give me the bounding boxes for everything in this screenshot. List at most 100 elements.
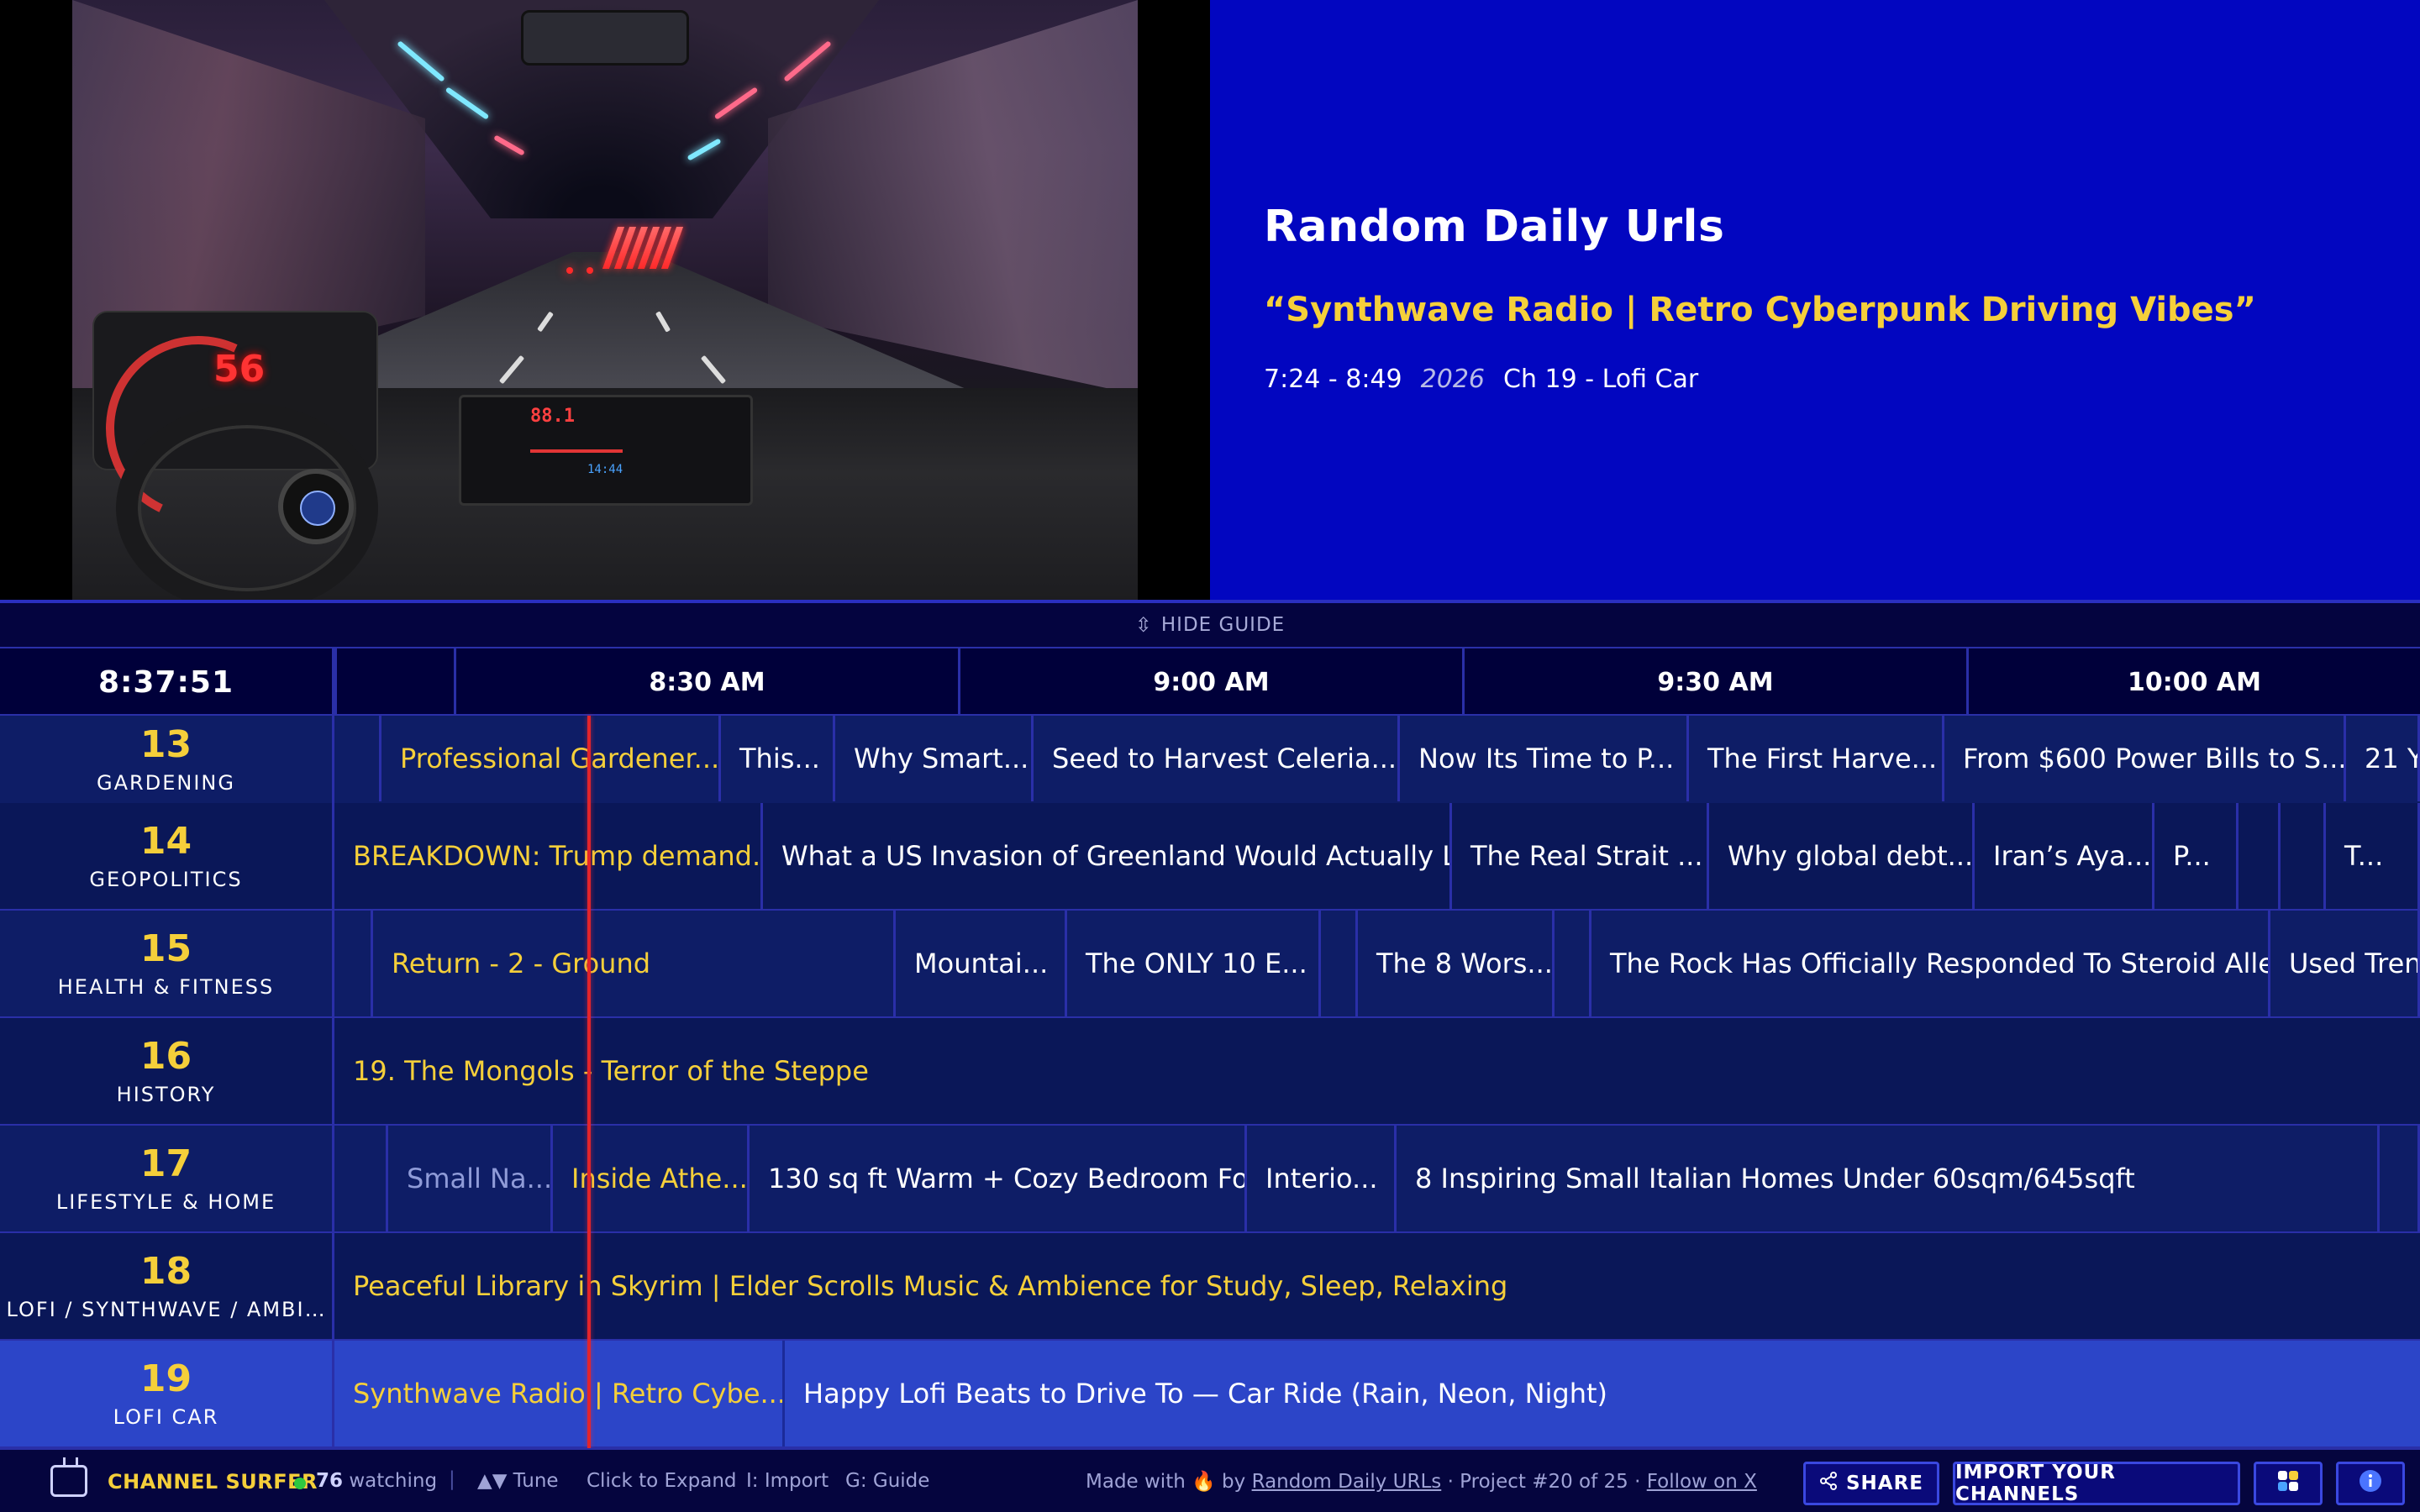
program-cell[interactable]: The ONLY 10 E... (1067, 911, 1321, 1016)
video-console-bar (530, 449, 623, 453)
time-slot: 9:00 AM (958, 648, 1462, 716)
footer-separator: | (449, 1468, 455, 1490)
video-rearview-mirror (521, 10, 689, 66)
hint-tune: ▲▼ Tune (477, 1470, 559, 1492)
program-cell[interactable]: 21 Y (2346, 716, 2420, 801)
program-cell[interactable]: P... (2154, 803, 2238, 909)
program-cell[interactable]: This... (721, 716, 835, 801)
program-cell[interactable]: What a US Invasion of Greenland Would Ac… (763, 803, 1452, 909)
guide-row-geopolitics[interactable]: 14 GEOPOLITICS BREAKDOWN: Trump demand..… (0, 803, 2420, 911)
channel-number: 14 (139, 820, 192, 863)
program-cell[interactable]: Iran’s Aya... (1975, 803, 2154, 909)
brand-name: CHANNEL SURFER (108, 1470, 318, 1494)
guide-row-history[interactable]: 16 HISTORY 19. The Mongols - Terror of t… (0, 1018, 2420, 1126)
program-cell[interactable] (2380, 1126, 2420, 1231)
program-cell[interactable]: Used Tren (2270, 911, 2420, 1016)
guide-toggle-bar: ⇳ HIDE GUIDE (0, 600, 2420, 647)
guide-row-lofi-synthwave[interactable]: 18 LOFI / SYNTHWAVE / AMBI... Peaceful L… (0, 1233, 2420, 1341)
program-cell[interactable] (2238, 803, 2281, 909)
channel-number: 16 (139, 1035, 192, 1078)
program-cell[interactable]: Inside Athe... (553, 1126, 750, 1231)
program-cell[interactable] (1321, 911, 1358, 1016)
program-cell[interactable]: 8 Inspiring Small Italian Homes Under 60… (1397, 1126, 2380, 1231)
program-cell[interactable]: Synthwave Radio | Retro Cybe... (334, 1341, 785, 1446)
program-strip: 19. The Mongols - Terror of the Steppe (334, 1018, 2420, 1124)
program-cell[interactable] (2281, 803, 2326, 909)
program-strip: Professional Gardener... This... Why Sma… (334, 716, 2420, 801)
channel-name: LIFESTYLE & HOME (55, 1190, 276, 1214)
now-playing-meta: 7:24 - 8:49 2026 Ch 19 - Lofi Car (1264, 365, 1698, 394)
program-cell[interactable]: From $600 Power Bills to S... (1944, 716, 2346, 801)
time-slot: 9:30 AM (1462, 648, 1966, 716)
share-button[interactable]: SHARE (1803, 1462, 1939, 1505)
hint-expand: Click to Expand (587, 1470, 737, 1492)
program-cell[interactable]: T... (2326, 803, 2420, 909)
program-cell[interactable]: Small Na... (388, 1126, 553, 1231)
tv-logo-icon (50, 1465, 87, 1497)
video-taillight (566, 267, 573, 274)
program-cell[interactable]: Interio... (1247, 1126, 1397, 1231)
guide-clock: 8:37:51 (0, 648, 334, 716)
video-frame[interactable]: 56 88.1 14:44 (72, 0, 1138, 600)
program-cell[interactable]: The 8 Wors... (1358, 911, 1555, 1016)
program-cell[interactable]: Professional Gardener... (381, 716, 721, 801)
guide-row-lofi-car[interactable]: 19 LOFI CAR Synthwave Radio | Retro Cybe… (0, 1341, 2420, 1448)
channel-number: 13 (139, 723, 192, 766)
hide-guide-button[interactable]: ⇳ HIDE GUIDE (1135, 613, 1285, 637)
program-cell[interactable]: Why Smart... (835, 716, 1034, 801)
channel-cell[interactable]: 14 GEOPOLITICS (0, 803, 334, 909)
program-cell[interactable]: BREAKDOWN: Trump demand... (334, 803, 763, 909)
channel-number: 18 (139, 1250, 192, 1293)
channel-cell[interactable]: 17 LIFESTYLE & HOME (0, 1126, 334, 1231)
video-console-clock: 14:44 (587, 463, 623, 476)
program-cell[interactable] (1555, 911, 1591, 1016)
info-button[interactable] (2336, 1462, 2405, 1505)
now-playing-time-range: 7:24 - 8:49 (1264, 365, 1402, 394)
program-cell[interactable]: Peaceful Library in Skyrim | Elder Scrol… (334, 1233, 2420, 1339)
now-playing-title: “Synthwave Radio | Retro Cyberpunk Drivi… (1264, 291, 2256, 329)
guide-row-health-fitness[interactable]: 15 HEALTH & FITNESS Return - 2 - Ground … (0, 911, 2420, 1018)
channel-cell[interactable]: 19 LOFI CAR (0, 1341, 334, 1446)
program-cell[interactable]: The Real Strait ... (1452, 803, 1709, 909)
program-cell[interactable]: Mountai... (896, 911, 1067, 1016)
guide-row-lifestyle-home[interactable]: 17 LIFESTYLE & HOME Small Na... Inside A… (0, 1126, 2420, 1233)
program-cell[interactable] (334, 716, 381, 801)
watching-count: 76 watching (316, 1470, 437, 1492)
program-cell[interactable]: Now Its Time to P... (1400, 716, 1689, 801)
made-with-prefix: Made with 🔥 by (1086, 1471, 1246, 1493)
program-cell[interactable] (334, 911, 373, 1016)
program-strip: Synthwave Radio | Retro Cybe... Happy Lo… (334, 1341, 2420, 1446)
time-slot: 8:30 AM (454, 648, 958, 716)
program-cell[interactable]: Happy Lofi Beats to Drive To — Car Ride … (785, 1341, 2420, 1446)
theme-toggle-button[interactable] (2254, 1462, 2323, 1505)
program-cell[interactable]: The Rock Has Officially Responded To Ste… (1591, 911, 2270, 1016)
hint-guide: G: Guide (845, 1470, 930, 1492)
program-cell[interactable]: Why global debt... (1709, 803, 1975, 909)
follow-on-x-link[interactable]: Follow on X (1647, 1471, 1757, 1493)
now-playing-channel: Ch 19 - Lofi Car (1503, 365, 1699, 394)
author-link[interactable]: Random Daily URLs (1252, 1471, 1442, 1493)
channel-cell[interactable]: 15 HEALTH & FITNESS (0, 911, 334, 1016)
channel-cell[interactable]: 16 HISTORY (0, 1018, 334, 1124)
channel-cell[interactable]: 18 LOFI / SYNTHWAVE / AMBI... (0, 1233, 334, 1339)
footer-bar: CHANNEL SURFER 76 watching | ▲▼ Tune Cli… (0, 1448, 2420, 1512)
video-player[interactable]: 56 88.1 14:44 (0, 0, 1210, 600)
share-label: SHARE (1845, 1473, 1924, 1494)
channel-number: 19 (139, 1357, 192, 1400)
program-cell[interactable]: 19. The Mongols - Terror of the Steppe (334, 1018, 2420, 1124)
channel-number: 15 (139, 927, 192, 970)
program-cell[interactable] (334, 1126, 388, 1231)
program-cell[interactable]: 130 sq ft Warm + Cozy Bedroom Fo... (750, 1126, 1247, 1231)
info-icon (2358, 1468, 2383, 1499)
video-speed-readout: 56 (213, 348, 266, 391)
channel-name: GEOPOLITICS (89, 868, 243, 891)
program-cell[interactable]: The First Harve... (1689, 716, 1944, 801)
channel-number: 17 (139, 1142, 192, 1185)
time-slot (334, 648, 454, 716)
program-cell[interactable]: Seed to Harvest Celeria... (1034, 716, 1400, 801)
watching-number: 76 (316, 1470, 344, 1492)
current-time-indicator (587, 716, 591, 1448)
video-chevron-lights (602, 227, 719, 277)
import-channels-button[interactable]: IMPORT YOUR CHANNELS (1953, 1462, 2240, 1505)
program-cell[interactable]: Return - 2 - Ground (373, 911, 896, 1016)
